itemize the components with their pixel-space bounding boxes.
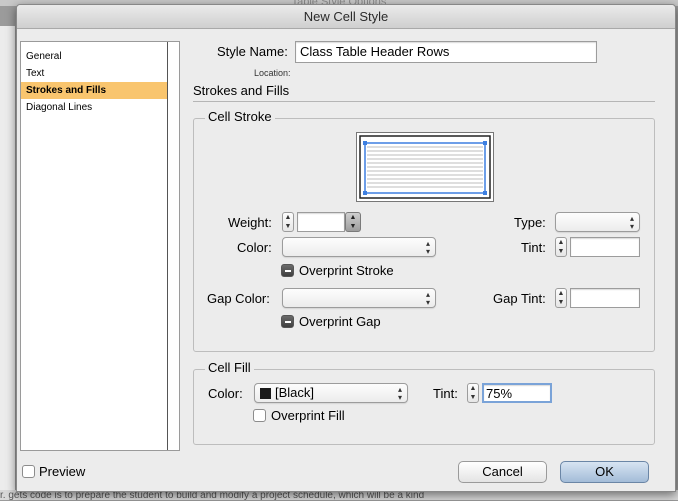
sidebar-item-strokes-and-fills[interactable]: Strokes and Fills: [21, 82, 179, 99]
cancel-button[interactable]: Cancel: [458, 461, 547, 483]
stroke-proxy-preview[interactable]: [356, 132, 494, 202]
fill-color-select[interactable]: [Black] ▴ ▾: [254, 383, 408, 403]
stroke-color-select[interactable]: ▴ ▾: [282, 237, 436, 257]
type-select[interactable]: ▴ ▾: [555, 212, 640, 232]
stroke-proxy-graphic: [359, 135, 491, 199]
overprint-stroke-checkbox[interactable]: [281, 264, 294, 277]
chevron-updown-icon: ▴ ▾: [629, 214, 634, 231]
style-name-value: Class Table Header Rows: [300, 44, 450, 59]
gap-tint-input[interactable]: [570, 288, 640, 308]
overprint-fill-checkbox[interactable]: [253, 409, 266, 422]
chevron-updown-icon: ▴ ▾: [397, 385, 402, 402]
gap-tint-label: Gap Tint:: [493, 291, 546, 306]
cell-stroke-title: Cell Stroke: [205, 109, 275, 124]
dialog-titlebar: New Cell Style: [17, 5, 675, 29]
preview-label: Preview: [39, 464, 86, 479]
gap-color-label: Gap Color:: [207, 291, 270, 306]
type-label: Type:: [514, 215, 546, 230]
category-list: General Text Strokes and Fills Diagonal …: [20, 41, 180, 451]
section-heading: Strokes and Fills: [193, 83, 290, 98]
ok-button[interactable]: OK: [560, 461, 649, 483]
cell-fill-group: [193, 369, 655, 445]
sidebar-item-text[interactable]: Text: [21, 65, 179, 82]
gap-color-select[interactable]: ▴ ▾: [282, 288, 436, 308]
chevron-updown-icon: ▴ ▾: [425, 239, 430, 256]
sidebar-item-general[interactable]: General: [21, 48, 179, 65]
new-cell-style-dialog: New Cell Style General Text Strokes and …: [16, 4, 676, 492]
weight-input[interactable]: [297, 212, 345, 232]
dialog-title: New Cell Style: [303, 9, 389, 24]
fill-tint-stepper[interactable]: ▲ ▼: [467, 383, 479, 403]
stroke-tint-label: Tint:: [521, 240, 546, 255]
weight-stepper[interactable]: ▲ ▼: [282, 212, 294, 232]
location-label: Location:: [254, 68, 291, 78]
overprint-gap-label: Overprint Gap: [299, 314, 381, 329]
preview-checkbox[interactable]: [22, 465, 35, 478]
stroke-tint-stepper[interactable]: ▲ ▼: [555, 237, 567, 257]
color-swatch: [260, 388, 271, 399]
overprint-gap-checkbox[interactable]: [281, 315, 294, 328]
weight-label: Weight:: [228, 215, 272, 230]
overprint-fill-label: Overprint Fill: [271, 408, 345, 423]
gap-tint-stepper[interactable]: ▲ ▼: [555, 288, 567, 308]
style-name-label: Style Name:: [217, 44, 288, 59]
overprint-stroke-label: Overprint Stroke: [299, 263, 394, 278]
fill-tint-input[interactable]: 75%: [482, 383, 552, 403]
background-window-edge: [0, 26, 16, 500]
section-divider: [193, 101, 655, 102]
fill-tint-label: Tint:: [433, 386, 458, 401]
chevron-updown-icon: ▴ ▾: [425, 290, 430, 307]
cell-fill-title: Cell Fill: [205, 360, 254, 375]
list-scrollbar[interactable]: [167, 42, 179, 450]
weight-dropdown-button[interactable]: ▲ ▼: [345, 212, 361, 232]
style-name-input[interactable]: Class Table Header Rows: [295, 41, 597, 63]
stroke-color-label: Color:: [237, 240, 272, 255]
fill-color-value: [Black]: [275, 385, 315, 400]
fill-color-label: Color:: [208, 386, 243, 401]
stroke-tint-input[interactable]: [570, 237, 640, 257]
sidebar-item-diagonal-lines[interactable]: Diagonal Lines: [21, 99, 179, 116]
